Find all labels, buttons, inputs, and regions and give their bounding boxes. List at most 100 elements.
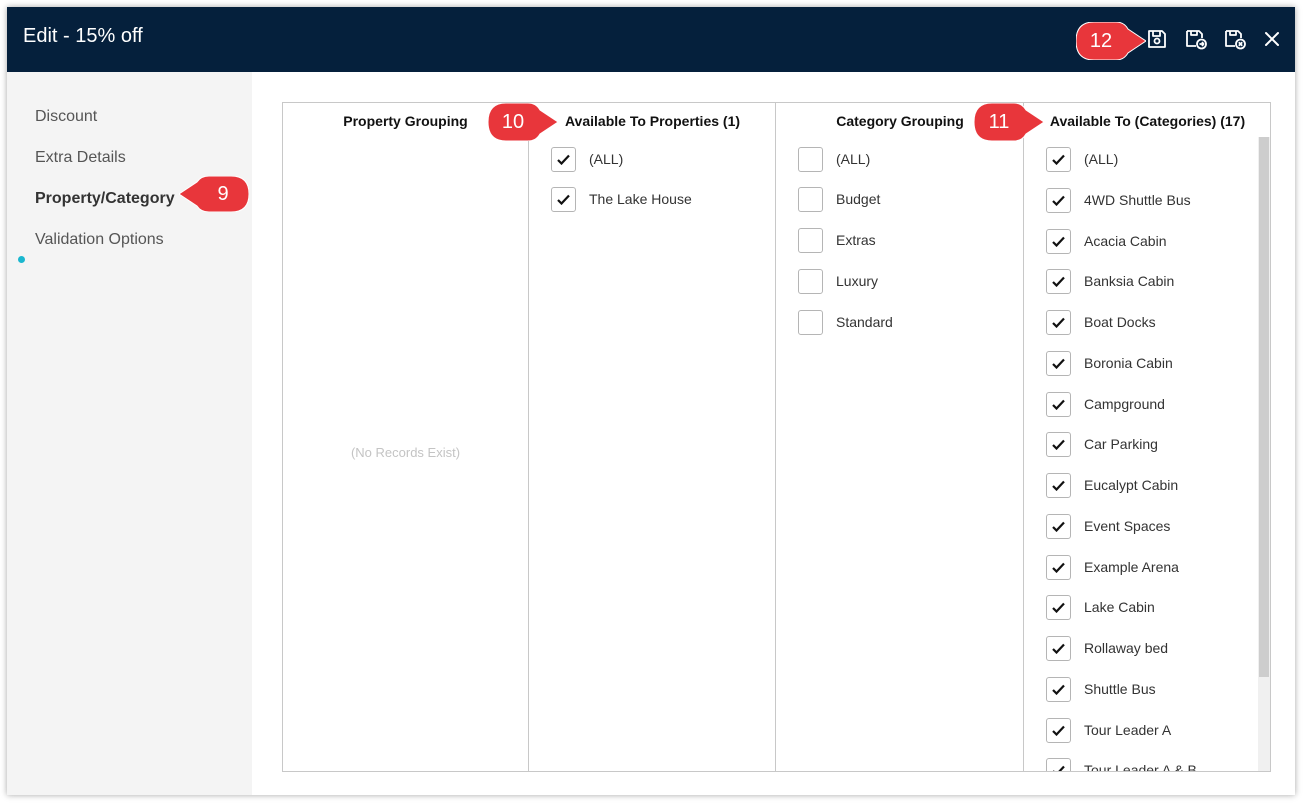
checkbox-checked[interactable] [551, 147, 576, 172]
callout-number: 10 [501, 111, 525, 133]
category-row[interactable]: Boat Docks [1025, 310, 1270, 336]
category-row[interactable]: Eucalypt Cabin [1025, 473, 1270, 499]
category-label: Lake Cabin [1084, 599, 1155, 615]
dialog-title: Edit - 15% off [23, 25, 143, 47]
checkbox-checked[interactable] [1046, 392, 1071, 417]
category-label: Tour Leader A & B [1084, 762, 1197, 771]
property-row-the-lake-house[interactable]: The Lake House [530, 187, 775, 213]
category-row[interactable]: Event Spaces [1025, 514, 1270, 540]
category-label: Acacia Cabin [1084, 233, 1167, 249]
checkmark-icon [1052, 602, 1065, 613]
checkmark-icon [1052, 195, 1065, 206]
checkbox-checked[interactable] [1046, 718, 1071, 743]
category-label: Car Parking [1084, 436, 1158, 452]
sidebar-item-validation-options[interactable]: Validation Options [35, 231, 164, 249]
available-categories-header: Available To (Categories) (17) [1049, 113, 1246, 129]
callout-10: 10 [488, 103, 558, 141]
category-label: Boat Docks [1084, 314, 1156, 330]
checkbox-unchecked[interactable] [798, 310, 823, 335]
active-indicator-dot [18, 256, 25, 263]
sidebar-item-discount[interactable]: Discount [35, 108, 97, 126]
category-group-row-extras[interactable]: Extras [777, 228, 1023, 254]
category-row[interactable]: Acacia Cabin [1025, 229, 1270, 255]
checkmark-icon [1052, 725, 1065, 736]
checkbox-checked[interactable] [1046, 147, 1071, 172]
category-row[interactable]: Example Arena [1025, 555, 1270, 581]
checkmark-icon [1052, 643, 1065, 654]
category-label: 4WD Shuttle Bus [1084, 192, 1191, 208]
checkbox-checked[interactable] [1046, 432, 1071, 457]
checkbox-checked[interactable] [1046, 514, 1071, 539]
category-row[interactable]: 4WD Shuttle Bus [1025, 188, 1270, 214]
checkbox-checked[interactable] [1046, 188, 1071, 213]
category-label: Eucalypt Cabin [1084, 477, 1179, 493]
sidebar-item-property-category[interactable]: Property/Category [35, 190, 175, 208]
edit-dialog: Edit - 15% off Discount Extra Details Pr… [7, 7, 1295, 795]
sidebar-item-extra-details[interactable]: Extra Details [35, 149, 126, 167]
category-row[interactable]: Tour Leader A & B [1025, 758, 1270, 771]
callout-number: 12 [1089, 30, 1113, 52]
checkbox-unchecked[interactable] [798, 269, 823, 294]
category-group-label: Budget [836, 191, 881, 207]
category-label: Shuttle Bus [1084, 681, 1156, 697]
checkbox-checked[interactable] [1046, 636, 1071, 661]
no-records-text: (No Records Exist) [350, 445, 461, 460]
property-category-grid: Property Grouping (No Records Exist) Ava… [282, 102, 1271, 772]
category-label: Boronia Cabin [1084, 355, 1173, 371]
close-icon[interactable] [1260, 27, 1284, 51]
save-and-close-icon[interactable] [1223, 27, 1247, 51]
checkbox-unchecked[interactable] [798, 228, 823, 253]
category-label: Rollaway bed [1084, 640, 1169, 656]
checkmark-icon [1052, 358, 1065, 369]
checkbox-checked[interactable] [1046, 229, 1071, 254]
category-group-row-budget[interactable]: Budget [777, 187, 1023, 213]
checkbox-unchecked[interactable] [798, 187, 823, 212]
checkbox-checked[interactable] [1046, 595, 1071, 620]
save-and-copy-icon[interactable] [1184, 27, 1208, 51]
category-group-row-luxury[interactable]: Luxury [777, 269, 1023, 295]
category-row[interactable]: Rollaway bed [1025, 636, 1270, 662]
save-icon[interactable] [1145, 27, 1169, 51]
category-group-label: Luxury [836, 273, 879, 289]
category-label: Event Spaces [1084, 518, 1171, 534]
category-group-row-all[interactable]: (ALL) [777, 147, 1023, 173]
available-properties-column: Available To Properties (1) (ALL) The La… [530, 103, 776, 771]
checkbox-checked[interactable] [1046, 555, 1071, 580]
property-grouping-column: Property Grouping (No Records Exist) [283, 103, 529, 771]
checkbox-checked[interactable] [1046, 758, 1071, 771]
category-row[interactable]: Tour Leader A [1025, 718, 1270, 744]
main-content: Property Grouping (No Records Exist) Ava… [252, 72, 1295, 795]
category-group-label: (ALL) [836, 151, 871, 167]
category-row[interactable]: (ALL) [1025, 147, 1270, 173]
category-group-label: Standard [836, 314, 893, 330]
callout-12: 12 [1076, 22, 1146, 60]
checkbox-checked[interactable] [551, 187, 576, 212]
category-row[interactable]: Boronia Cabin [1025, 351, 1270, 377]
checkmark-icon [1052, 276, 1065, 287]
checkmark-icon [1052, 684, 1065, 695]
category-row[interactable]: Shuttle Bus [1025, 677, 1270, 703]
callout-number: 11 [988, 111, 1010, 133]
checkbox-checked[interactable] [1046, 269, 1071, 294]
checkbox-checked[interactable] [1046, 677, 1071, 702]
checkbox-unchecked[interactable] [798, 147, 823, 172]
category-list-scrollbar[interactable] [1258, 137, 1270, 771]
checkbox-checked[interactable] [1046, 473, 1071, 498]
property-label: The Lake House [589, 191, 692, 207]
category-row[interactable]: Lake Cabin [1025, 595, 1270, 621]
checkmark-icon [1052, 562, 1065, 573]
property-row-all[interactable]: (ALL) [530, 147, 775, 173]
property-label: (ALL) [589, 151, 624, 167]
checkmark-icon [1052, 317, 1065, 328]
category-label: (ALL) [1084, 151, 1119, 167]
callout-9: 9 [179, 176, 249, 212]
category-row[interactable]: Banksia Cabin [1025, 269, 1270, 295]
checkmark-icon [1052, 521, 1065, 532]
scrollbar-thumb[interactable] [1259, 137, 1269, 677]
checkbox-checked[interactable] [1046, 310, 1071, 335]
category-row[interactable]: Car Parking [1025, 432, 1270, 458]
callout-11: 11 [974, 103, 1044, 141]
category-group-row-standard[interactable]: Standard [777, 310, 1023, 336]
checkbox-checked[interactable] [1046, 351, 1071, 376]
category-row[interactable]: Campground [1025, 392, 1270, 418]
